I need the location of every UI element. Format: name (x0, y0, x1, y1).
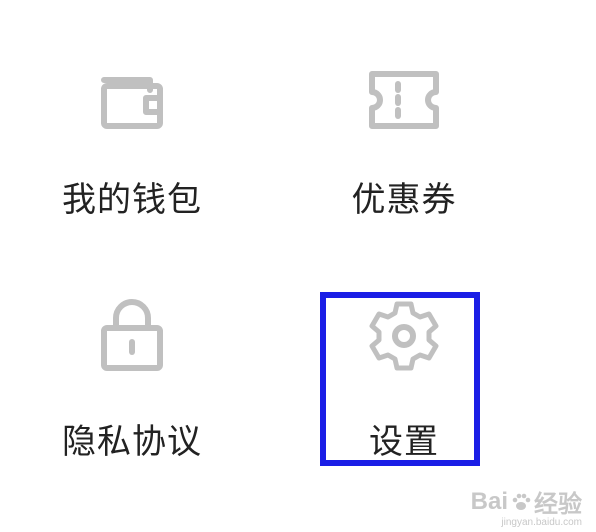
menu-item-coupon-label: 优惠券 (351, 180, 457, 220)
watermark-url: jingyan.baidu.com (501, 517, 582, 528)
menu-item-privacy-label: 隐私协议 (62, 422, 202, 462)
gear-icon (364, 296, 444, 376)
watermark-brand-left: Bai (470, 487, 508, 515)
watermark-brand-right: 经验 (534, 491, 582, 518)
watermark-brand: Bai 经验 (471, 484, 582, 519)
watermark: Bai 经验 jingyan.baidu.com (471, 484, 582, 529)
paw-icon (510, 491, 532, 513)
menu-item-privacy[interactable]: 隐私协议 (32, 296, 232, 476)
menu-item-wallet-label: 我的钱包 (62, 180, 202, 220)
lock-icon (92, 296, 172, 376)
menu-item-wallet[interactable]: 我的钱包 (32, 64, 232, 244)
ticket-icon (364, 64, 444, 144)
menu-item-settings[interactable]: 设置 (304, 296, 504, 476)
menu-item-settings-label: 设置 (369, 422, 439, 462)
wallet-icon (92, 64, 172, 144)
menu-item-coupon[interactable]: 优惠券 (304, 64, 504, 244)
